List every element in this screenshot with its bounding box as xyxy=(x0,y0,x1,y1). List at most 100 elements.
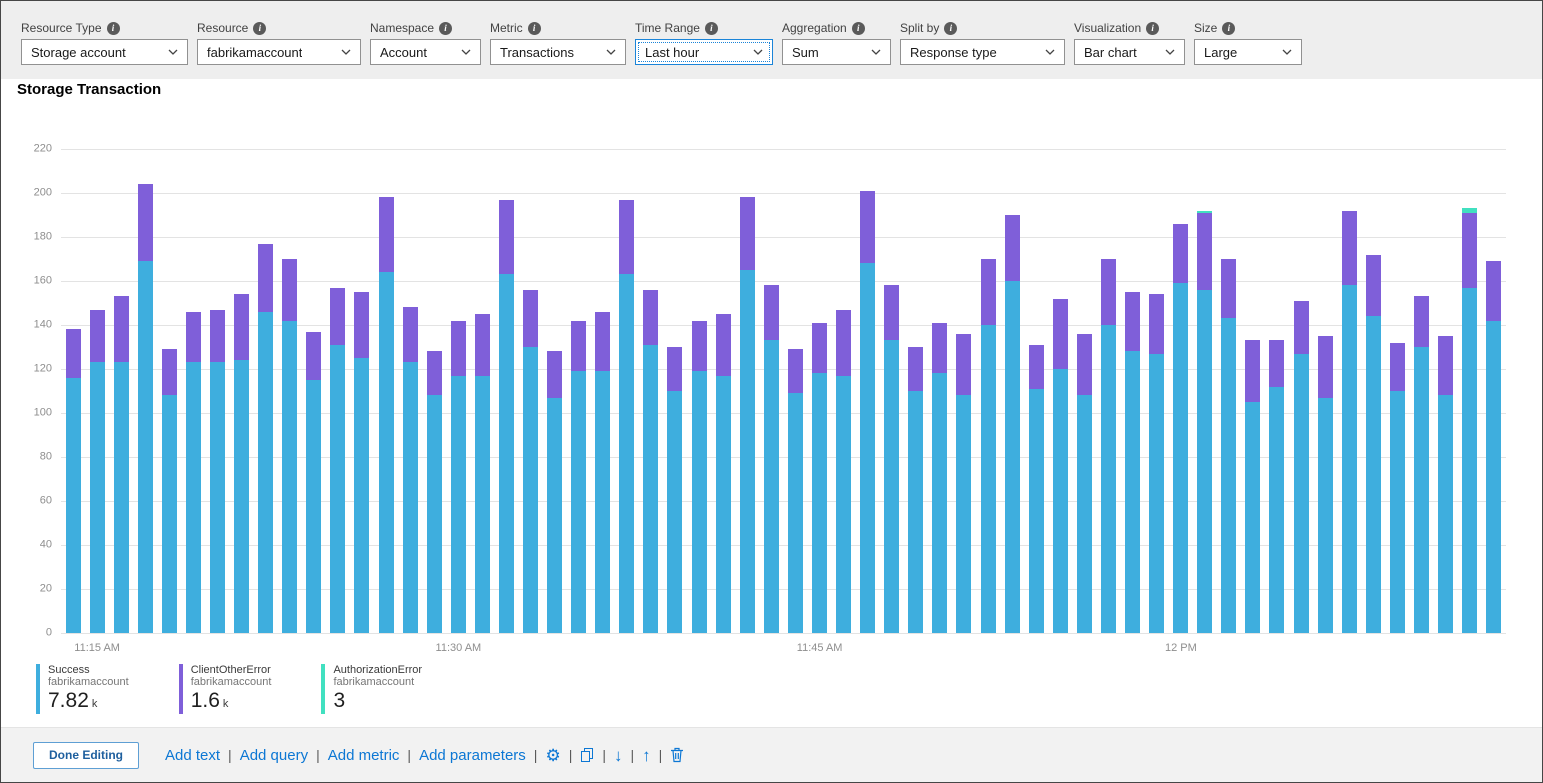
legend-item-success[interactable]: Success fabrikamaccount 7.82k xyxy=(36,664,129,714)
stacked-bar-17[interactable] xyxy=(475,314,490,633)
legend-item-authorizationerror[interactable]: AuthorizationError fabrikamaccount 3 xyxy=(321,664,422,714)
delete-icon[interactable] xyxy=(670,747,684,763)
stacked-bar-33[interactable] xyxy=(860,191,875,633)
stacked-bar-5[interactable] xyxy=(186,312,201,633)
stacked-bar-21[interactable] xyxy=(571,321,586,633)
stacked-bar-14[interactable] xyxy=(403,307,418,633)
stacked-bar-51[interactable] xyxy=(1294,301,1309,633)
add-text-link[interactable]: Add text xyxy=(165,747,220,764)
stacked-bar-19[interactable] xyxy=(523,290,538,633)
stacked-bar-53[interactable] xyxy=(1342,211,1357,633)
stacked-bar-41[interactable] xyxy=(1053,299,1068,633)
stacked-bar-37[interactable] xyxy=(956,334,971,633)
stacked-bar-34[interactable] xyxy=(884,285,899,633)
stacked-bar-44[interactable] xyxy=(1125,292,1140,633)
stacked-bar-59[interactable] xyxy=(1486,261,1501,633)
stacked-bar-31[interactable] xyxy=(812,323,827,633)
stacked-bar-57[interactable] xyxy=(1438,336,1453,633)
info-icon[interactable]: i xyxy=(528,22,541,35)
stacked-bar-6[interactable] xyxy=(210,310,225,633)
stacked-bar-3[interactable] xyxy=(138,184,153,633)
stacked-bar-39[interactable] xyxy=(1005,215,1020,633)
size-select[interactable]: Large xyxy=(1194,39,1302,65)
stacked-bar-43[interactable] xyxy=(1101,259,1116,633)
stacked-bar-13[interactable] xyxy=(379,197,394,633)
move-down-icon[interactable]: ↓ xyxy=(614,747,623,764)
move-up-icon[interactable]: ↑ xyxy=(642,747,651,764)
info-icon[interactable]: i xyxy=(107,22,120,35)
stacked-bar-15[interactable] xyxy=(427,351,442,633)
info-icon[interactable]: i xyxy=(705,22,718,35)
settings-icon[interactable]: ⚙ xyxy=(545,747,560,764)
copy-icon[interactable] xyxy=(580,747,594,763)
stacked-bar-29[interactable] xyxy=(764,285,779,633)
stacked-bar-7[interactable] xyxy=(234,294,249,633)
stacked-bar-20[interactable] xyxy=(547,351,562,633)
stacked-bar-35[interactable] xyxy=(908,347,923,633)
bar-segment-success xyxy=(981,325,996,633)
stacked-bar-56[interactable] xyxy=(1414,296,1429,633)
time-range-select[interactable]: Last hour xyxy=(635,39,773,65)
stacked-bar-18[interactable] xyxy=(499,200,514,633)
stacked-bar-47[interactable] xyxy=(1197,211,1212,633)
stacked-bar-58[interactable] xyxy=(1462,208,1477,633)
resource-type-select[interactable]: Storage account xyxy=(21,39,188,65)
stacked-bar-23[interactable] xyxy=(619,200,634,633)
stacked-bar-12[interactable] xyxy=(354,292,369,633)
stacked-bar-28[interactable] xyxy=(740,197,755,633)
select-value: Response type xyxy=(910,45,997,60)
stacked-bar-2[interactable] xyxy=(114,296,129,633)
stacked-bar-45[interactable] xyxy=(1149,294,1164,633)
stacked-bar-52[interactable] xyxy=(1318,336,1333,633)
bar-segment-clientothererror xyxy=(1390,343,1405,391)
stacked-bar-9[interactable] xyxy=(282,259,297,633)
stacked-bar-27[interactable] xyxy=(716,314,731,633)
stacked-bar-55[interactable] xyxy=(1390,343,1405,633)
stacked-bar-24[interactable] xyxy=(643,290,658,633)
stacked-bar-32[interactable] xyxy=(836,310,851,633)
stacked-bar-26[interactable] xyxy=(692,321,707,633)
stacked-bar-11[interactable] xyxy=(330,288,345,633)
add-parameters-link[interactable]: Add parameters xyxy=(419,747,526,764)
stacked-bar-4[interactable] xyxy=(162,349,177,633)
stacked-bar-36[interactable] xyxy=(932,323,947,633)
done-editing-button[interactable]: Done Editing xyxy=(33,742,139,769)
stacked-bar-42[interactable] xyxy=(1077,334,1092,633)
info-icon[interactable]: i xyxy=(1146,22,1159,35)
aggregation-select[interactable]: Sum xyxy=(782,39,891,65)
bar-segment-clientothererror xyxy=(836,310,851,376)
stacked-bar-22[interactable] xyxy=(595,312,610,633)
bar-segment-success xyxy=(1462,288,1477,633)
stacked-bar-48[interactable] xyxy=(1221,259,1236,633)
stacked-bar-38[interactable] xyxy=(981,259,996,633)
bar-segment-clientothererror xyxy=(114,296,129,362)
stacked-bar-50[interactable] xyxy=(1269,340,1284,633)
stacked-bar-49[interactable] xyxy=(1245,340,1260,633)
stacked-bar-16[interactable] xyxy=(451,321,466,633)
stacked-bar-46[interactable] xyxy=(1173,224,1188,633)
info-icon[interactable]: i xyxy=(253,22,266,35)
stacked-bar-54[interactable] xyxy=(1366,255,1381,633)
info-icon[interactable]: i xyxy=(1222,22,1235,35)
stacked-bar-8[interactable] xyxy=(258,244,273,633)
stacked-bar-1[interactable] xyxy=(90,310,105,633)
namespace-select[interactable]: Account xyxy=(370,39,481,65)
stacked-bar-25[interactable] xyxy=(667,347,682,633)
bar-segment-clientothererror xyxy=(90,310,105,363)
stacked-bar-40[interactable] xyxy=(1029,345,1044,633)
bar-segment-success xyxy=(836,376,851,633)
metric-select[interactable]: Transactions xyxy=(490,39,626,65)
bar-segment-success xyxy=(932,373,947,633)
legend-item-clientothererror[interactable]: ClientOtherError fabrikamaccount 1.6k xyxy=(179,664,272,714)
stacked-bar-10[interactable] xyxy=(306,332,321,633)
info-icon[interactable]: i xyxy=(852,22,865,35)
add-metric-link[interactable]: Add metric xyxy=(328,747,400,764)
add-query-link[interactable]: Add query xyxy=(240,747,308,764)
info-icon[interactable]: i xyxy=(944,22,957,35)
stacked-bar-0[interactable] xyxy=(66,329,81,633)
visualization-select[interactable]: Bar chart xyxy=(1074,39,1185,65)
split-by-select[interactable]: Response type xyxy=(900,39,1065,65)
info-icon[interactable]: i xyxy=(439,22,452,35)
stacked-bar-30[interactable] xyxy=(788,349,803,633)
resource-select[interactable]: fabrikamaccount xyxy=(197,39,361,65)
